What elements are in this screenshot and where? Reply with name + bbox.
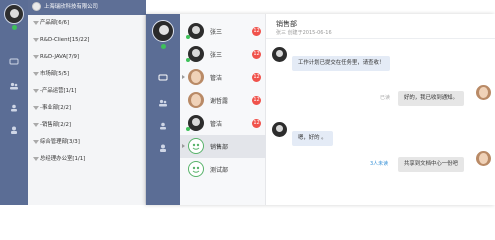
department-label: -事业部[2/2] xyxy=(40,105,71,111)
department-item[interactable]: 产品部[6/6] xyxy=(28,16,146,30)
group-avatar-icon xyxy=(188,138,204,154)
contact-avatar xyxy=(188,69,204,85)
person-icon[interactable] xyxy=(9,126,19,134)
online-status xyxy=(186,35,190,39)
company-logo xyxy=(32,2,41,11)
unread-status-link[interactable]: 3人未读 xyxy=(370,157,388,172)
user-avatar[interactable] xyxy=(152,20,174,42)
chat-name: 张三 xyxy=(210,29,223,36)
chat-icon[interactable] xyxy=(158,74,168,82)
expand-icon xyxy=(33,21,39,25)
contacts-icon[interactable] xyxy=(9,82,19,90)
online-status xyxy=(186,127,190,131)
sender-avatar[interactable] xyxy=(476,151,491,166)
department-item[interactable]: R&D-JAVA[7/9] xyxy=(28,50,146,64)
expand-icon xyxy=(33,157,39,161)
expand-icon xyxy=(33,72,39,76)
department-label: 市场部[5/5] xyxy=(40,71,70,77)
chat-list-item[interactable]: 张三 12 xyxy=(180,43,266,66)
back-department-list: 上海瑞欣科技有限公司 产品部[6/6] R&D-Client[15/22] R&… xyxy=(28,0,146,205)
department-item[interactable]: 综合管理部[3/3] xyxy=(28,135,146,149)
chat-name: 谢哲露 xyxy=(210,98,229,105)
chat-name: 管洁 xyxy=(210,121,223,128)
chat-name: 张三 xyxy=(210,52,223,59)
department-item[interactable]: -事业部[2/2] xyxy=(28,101,146,115)
back-online-status xyxy=(12,25,17,30)
chat-list-item-active[interactable]: 销售部 xyxy=(180,135,266,158)
desktop: 上海瑞欣科技有限公司 产品部[6/6] R&D-Client[15/22] R&… xyxy=(0,0,495,205)
department-item[interactable]: -销售部[2/2] xyxy=(28,118,146,132)
message-bubble[interactable]: 工作计划已提交在任务里，请查收！ xyxy=(292,56,391,71)
unread-badge: 12 xyxy=(252,27,261,36)
unread-badge: 12 xyxy=(252,50,261,59)
chat-name: 销售部 xyxy=(210,144,229,151)
sender-avatar[interactable] xyxy=(272,122,287,137)
conversation-subtitle: 张三 创建于2015-06-16 xyxy=(276,30,332,36)
nav-rail xyxy=(146,14,180,205)
unread-badge: 12 xyxy=(252,119,261,128)
chat-list: 张三 12 张三 12 管洁 12 谢哲露 12 管洁 12 销售部 测试部 xyxy=(180,14,266,205)
back-nav-rail xyxy=(0,0,28,205)
conversation-title: 销售部 xyxy=(276,20,297,28)
sender-avatar[interactable] xyxy=(272,47,287,62)
department-label: -销售部[2/2] xyxy=(40,122,71,128)
expand-icon xyxy=(33,55,39,59)
sender-avatar[interactable] xyxy=(476,85,491,100)
department-item[interactable]: -产品运营[1/1] xyxy=(28,84,146,98)
chat-list-item[interactable]: 管洁 12 xyxy=(180,66,266,89)
department-label: R&D-JAVA[7/9] xyxy=(40,54,80,60)
chat-window: 张三 12 张三 12 管洁 12 谢哲露 12 管洁 12 销售部 测试部 销… xyxy=(146,14,495,205)
message-bubble[interactable]: 共享到文档中心一份吧 xyxy=(398,157,464,172)
department-label: 产品部[6/6] xyxy=(40,20,70,26)
expand-icon xyxy=(33,89,39,93)
company-name: 上海瑞欣科技有限公司 xyxy=(44,4,98,10)
contact-avatar xyxy=(188,46,204,62)
chat-list-item[interactable]: 管洁 12 xyxy=(180,112,266,135)
contact-avatar xyxy=(188,23,204,39)
conversation-panel: 销售部 张三 创建于2015-06-16 工作计划已提交在任务里，请查收！ 已读… xyxy=(266,14,495,205)
unread-badge: 12 xyxy=(252,73,261,82)
divider xyxy=(266,38,495,39)
department-item[interactable]: 市场部[5/5] xyxy=(28,67,146,81)
read-status: 已读 xyxy=(380,95,391,101)
company-header[interactable]: 上海瑞欣科技有限公司 xyxy=(28,0,146,15)
group-icon[interactable] xyxy=(158,122,168,130)
department-item[interactable]: R&D-Client[15/22] xyxy=(28,33,146,47)
department-label: -产品运营[1/1] xyxy=(40,88,77,94)
department-label: 综合管理部[3/3] xyxy=(40,139,80,145)
caret-icon xyxy=(182,144,185,148)
chat-list-item[interactable]: 谢哲露 12 xyxy=(180,89,266,112)
contacts-icon[interactable] xyxy=(158,99,168,107)
expand-icon xyxy=(33,106,39,110)
chat-name: 测试部 xyxy=(210,167,229,174)
contact-avatar xyxy=(188,92,204,108)
expand-icon xyxy=(33,140,39,144)
message-bubble[interactable]: 好的，我已收到通知。 xyxy=(398,91,464,106)
group-icon[interactable] xyxy=(9,104,19,112)
expand-icon xyxy=(33,38,39,42)
department-label: 总经理办公室[1/1] xyxy=(40,156,86,162)
group-avatar-icon xyxy=(188,161,204,177)
department-item[interactable]: 总经理办公室[1/1] xyxy=(28,152,146,166)
department-label: R&D-Client[15/22] xyxy=(40,37,90,43)
caret-icon xyxy=(182,75,185,79)
back-user-avatar[interactable] xyxy=(4,4,24,24)
chat-list-item[interactable]: 张三 12 xyxy=(180,20,266,43)
online-status xyxy=(161,44,166,49)
unread-badge: 12 xyxy=(252,96,261,105)
online-status xyxy=(186,58,190,62)
message-bubble[interactable]: 嗯，好的 。 xyxy=(292,131,333,146)
chat-name: 管洁 xyxy=(210,75,223,82)
contact-avatar xyxy=(188,115,204,131)
chat-list-item[interactable]: 测试部 xyxy=(180,158,266,181)
chat-icon[interactable] xyxy=(9,58,19,66)
expand-icon xyxy=(33,123,39,127)
person-icon[interactable] xyxy=(158,144,168,152)
